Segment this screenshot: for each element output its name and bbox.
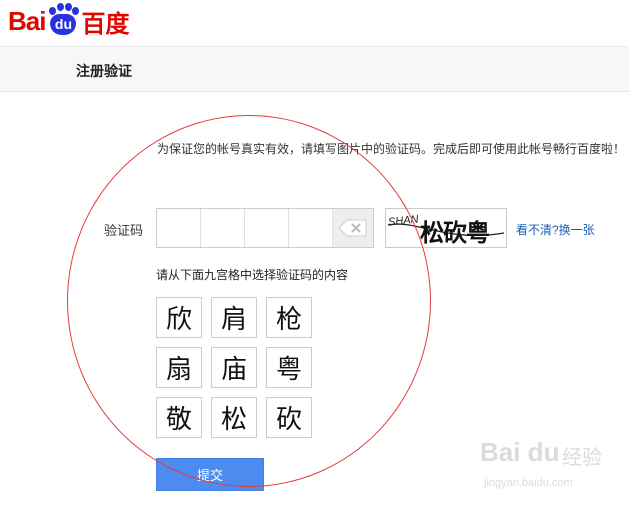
grid-cell[interactable]: 敬 — [156, 397, 202, 438]
watermark-cn: 经验 — [562, 445, 602, 469]
captcha-grid: 欣 肩 枪 扇 庙 粤 敬 松 砍 — [156, 297, 312, 438]
submit-button[interactable]: 提交 — [156, 458, 264, 491]
captcha-char-slot-4[interactable] — [289, 209, 333, 247]
captcha-image-chars: 松砍粤 — [420, 220, 490, 247]
backspace-icon — [338, 219, 367, 237]
refresh-captcha-link[interactable]: 看不清?换一张 — [516, 221, 595, 238]
captcha-char-slot-2[interactable] — [201, 209, 245, 247]
baidu-logo[interactable]: Bai du 百度 — [8, 3, 130, 38]
backspace-button[interactable] — [333, 209, 373, 247]
page-title: 注册验证 — [76, 63, 132, 79]
captcha-char-slot-1[interactable] — [157, 209, 201, 247]
captcha-char-slot-3[interactable] — [245, 209, 289, 247]
site-header: Bai du 百度 — [0, 0, 629, 46]
grid-cell[interactable]: 庙 — [211, 347, 257, 388]
verification-notice: 为保证您的帐号真实有效，请填写图片中的验证码。完成后即可使用此帐号畅行百度啦！ — [157, 142, 626, 156]
grid-cell[interactable]: 粤 — [266, 347, 312, 388]
logo-cn-text: 百度 — [81, 9, 130, 38]
grid-prompt: 请从下面九宫格中选择验证码的内容 — [156, 268, 349, 282]
logo-bai-text: Bai — [8, 5, 46, 36]
grid-cell[interactable]: 欣 — [156, 297, 202, 338]
grid-cell[interactable]: 砍 — [266, 397, 312, 438]
paw-icon: du — [46, 3, 80, 36]
captcha-input-group — [156, 208, 374, 248]
watermark-url: jingyan.baidu.com — [484, 477, 573, 489]
grid-cell[interactable]: 松 — [211, 397, 257, 438]
title-bar: 注册验证 — [0, 46, 629, 92]
captcha-label: 验证码 — [104, 223, 144, 238]
captcha-image: SHAN 松砍粤 — [385, 208, 507, 248]
grid-cell[interactable]: 肩 — [211, 297, 257, 338]
watermark: Bai du 经验 jingyan.baidu.com — [480, 437, 620, 497]
logo-du-text: du — [54, 16, 73, 32]
grid-cell[interactable]: 扇 — [156, 347, 202, 388]
grid-cell[interactable]: 枪 — [266, 297, 312, 338]
watermark-logo: Bai du — [480, 437, 560, 467]
